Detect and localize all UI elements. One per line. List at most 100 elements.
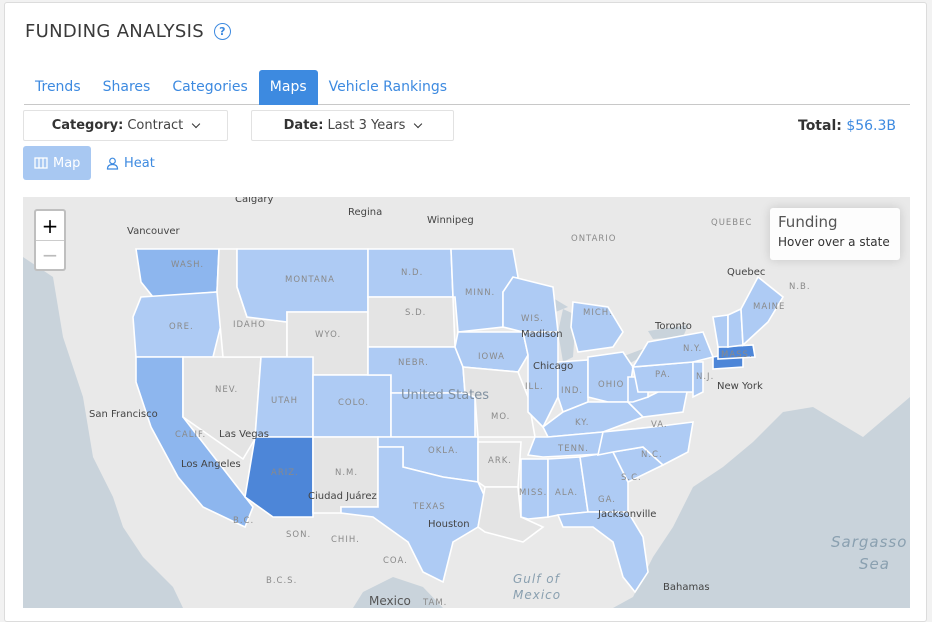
chevron-down-icon xyxy=(414,119,423,128)
heat-view-label: Heat xyxy=(124,155,155,171)
zoom-in-button[interactable]: + xyxy=(36,211,64,240)
label-in: IND. xyxy=(561,386,583,396)
label-ia: IOWA xyxy=(478,352,505,362)
label-mo: MO. xyxy=(491,412,510,422)
label-ne: NEBR. xyxy=(398,358,429,368)
label-toronto: Toronto xyxy=(654,321,692,332)
label-houston: Houston xyxy=(428,519,470,530)
label-va: VA. xyxy=(651,420,668,430)
label-sc: S.C. xyxy=(621,473,642,483)
label-sargasso: Sargasso xyxy=(831,533,907,551)
heat-view-button[interactable]: Heat xyxy=(95,146,166,180)
label-vancouver: Vancouver xyxy=(127,226,181,237)
label-tn: TENN. xyxy=(557,444,589,454)
tab-trends[interactable]: Trends xyxy=(24,70,92,105)
category-label: Category: xyxy=(51,118,124,133)
label-san-francisco: San Francisco xyxy=(89,409,158,420)
label-al: ALA. xyxy=(555,488,578,498)
label-madison: Madison xyxy=(521,329,563,340)
label-or: ORE. xyxy=(169,322,194,332)
label-son: SON. xyxy=(286,530,311,540)
label-wi: WIS. xyxy=(521,314,544,324)
label-calgary: Calgary xyxy=(235,197,273,205)
info-subtitle: Hover over a state xyxy=(778,235,890,249)
label-ny: N.Y. xyxy=(683,344,702,354)
label-bcs: B.C.S. xyxy=(266,576,297,586)
label-ut: UTAH xyxy=(271,396,298,406)
label-nj: N.J. xyxy=(696,372,714,382)
total-value: $56.3B xyxy=(846,118,896,134)
label-ky: KY. xyxy=(575,418,589,428)
total-funding: Total: $56.3B xyxy=(798,118,896,134)
label-sd: S.D. xyxy=(405,308,426,318)
date-label: Date: xyxy=(283,118,324,133)
label-me: MAINE xyxy=(753,302,785,312)
zoom-control: + − xyxy=(34,209,66,271)
label-mexico-gulf: Mexico xyxy=(513,588,561,602)
tab-categories[interactable]: Categories xyxy=(161,70,258,105)
label-bc: B.C. xyxy=(233,516,254,526)
label-ok: OKLA. xyxy=(428,446,459,456)
label-tx: TEXAS xyxy=(412,502,446,512)
map-view-button[interactable]: Map xyxy=(23,146,92,180)
label-new-york: New York xyxy=(717,381,763,392)
label-mt: MONTANA xyxy=(285,275,335,285)
label-ar: ARK. xyxy=(488,456,512,466)
tab-bar: Trends Shares Categories Maps Vehicle Ra… xyxy=(24,70,910,105)
label-id: IDAHO xyxy=(233,320,266,330)
map-icon xyxy=(34,157,48,169)
label-il: ILL. xyxy=(525,382,544,392)
label-gulf-of: Gulf of xyxy=(513,572,561,586)
zoom-out-button[interactable]: − xyxy=(36,240,64,269)
label-nv: NEV. xyxy=(215,385,238,395)
chevron-down-icon xyxy=(192,119,201,128)
label-chih: CHIH. xyxy=(331,535,360,545)
label-mn: MINN. xyxy=(465,288,495,298)
date-dropdown[interactable]: Date: Last 3 Years xyxy=(251,110,454,141)
label-quebec-city: Quebec xyxy=(727,267,765,278)
tab-vehicle-rankings[interactable]: Vehicle Rankings xyxy=(318,70,458,105)
category-dropdown[interactable]: Category: Contract xyxy=(23,110,228,141)
label-chicago: Chicago xyxy=(533,361,573,372)
label-ciudad-juarez: Ciudad Juárez xyxy=(308,490,377,502)
category-value: Contract xyxy=(127,118,184,133)
page-title-text: FUNDING ANALYSIS xyxy=(25,21,204,42)
label-tam: TAM. xyxy=(422,598,447,608)
person-icon xyxy=(106,157,119,170)
label-mi: MICH. xyxy=(583,308,613,318)
funding-map[interactable]: WASH. MONTANA N.D. MINN. ORE. IDAHO S.D.… xyxy=(23,197,910,608)
label-nd: N.D. xyxy=(401,268,423,278)
label-oh: OHIO xyxy=(598,380,624,390)
label-ma: MASS. xyxy=(721,350,753,360)
label-ontario: ONTARIO xyxy=(571,234,617,244)
label-ga: GA. xyxy=(598,495,616,505)
map-view-label: Map xyxy=(53,155,81,171)
info-title: Funding xyxy=(778,213,838,231)
tab-maps[interactable]: Maps xyxy=(258,70,318,105)
label-coa: COA. xyxy=(383,556,408,566)
label-ms: MISS. xyxy=(519,488,547,498)
label-winnipeg: Winnipeg xyxy=(427,215,474,226)
label-regina: Regina xyxy=(348,207,382,218)
tab-shares[interactable]: Shares xyxy=(92,70,162,105)
state-wa[interactable] xyxy=(135,248,220,298)
label-wa: WASH. xyxy=(171,260,204,270)
state-mt[interactable] xyxy=(236,248,369,323)
date-value: Last 3 Years xyxy=(327,118,406,133)
page-title: FUNDING ANALYSIS ? xyxy=(25,21,231,42)
map-info-box: Funding Hover over a state xyxy=(770,208,900,260)
label-sea: Sea xyxy=(859,555,890,573)
label-los-angeles: Los Angeles xyxy=(181,459,241,470)
state-oh[interactable] xyxy=(587,351,634,403)
total-label: Total: xyxy=(798,118,842,134)
state-sd[interactable] xyxy=(367,296,456,348)
label-united-states: United States xyxy=(401,388,489,403)
label-az: ARIZ. xyxy=(271,468,299,478)
label-ca: CALIF. xyxy=(175,430,206,440)
label-jacksonville: Jacksonville xyxy=(597,509,656,520)
label-pa: PA. xyxy=(655,370,671,380)
funding-analysis-panel: FUNDING ANALYSIS ? Trends Shares Categor… xyxy=(4,2,927,622)
question-circle-icon[interactable]: ? xyxy=(213,23,231,40)
label-nb: N.B. xyxy=(789,282,811,292)
label-las-vegas: Las Vegas xyxy=(219,429,269,440)
